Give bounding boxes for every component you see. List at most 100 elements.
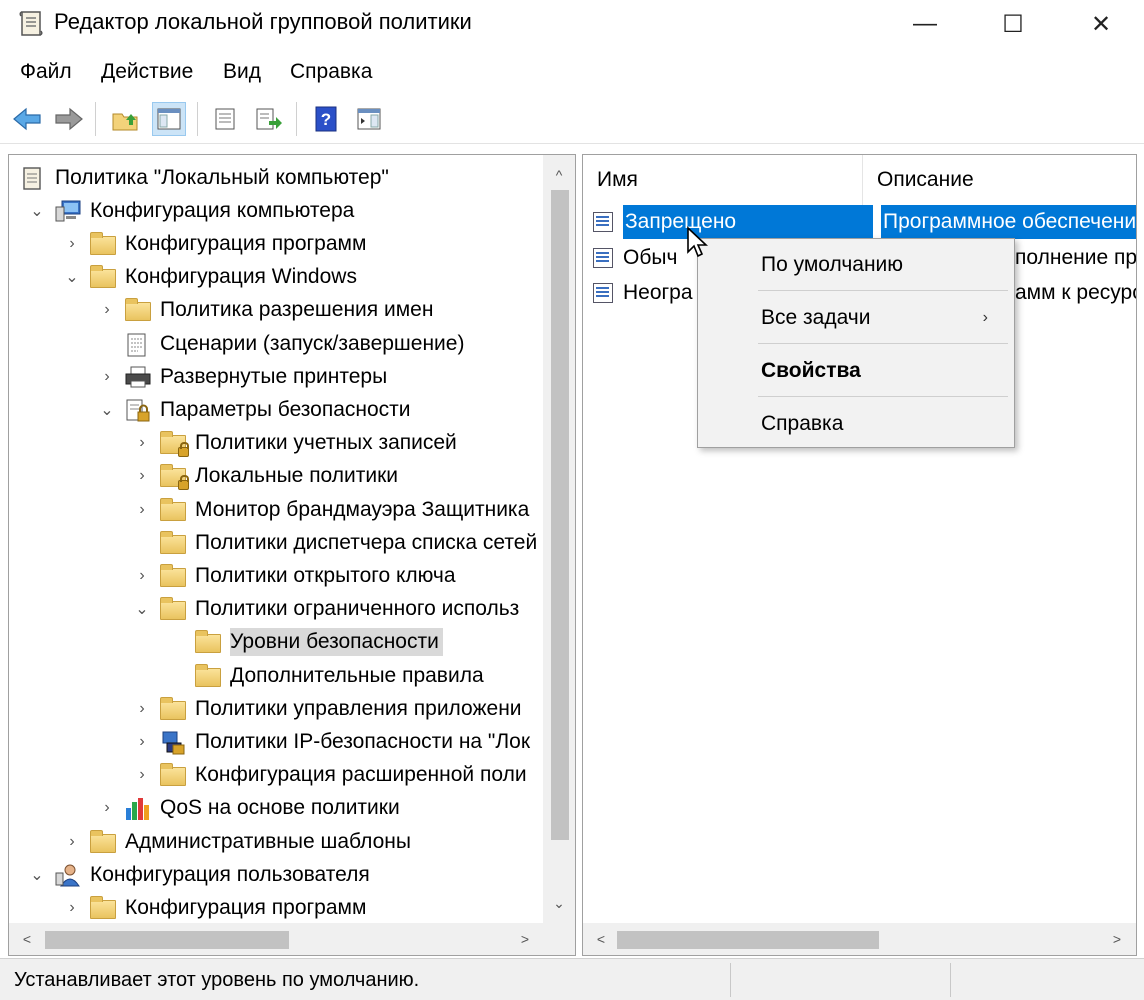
ip-security-icon <box>159 730 187 755</box>
tree-item[interactable]: › Конфигурация программ <box>69 227 370 260</box>
back-arrow-icon[interactable] <box>10 102 44 136</box>
folder-icon <box>159 696 187 721</box>
submenu-arrow-icon: › <box>982 309 988 326</box>
collapse-chevron-icon[interactable]: ⌄ <box>30 858 44 891</box>
tree-item-label: Конфигурация программ <box>125 895 367 919</box>
scroll-down-arrow[interactable]: ⌄ <box>543 887 575 919</box>
minimize-button[interactable]: — <box>880 0 970 48</box>
collapse-chevron-icon[interactable]: ⌄ <box>100 393 114 426</box>
tree-item[interactable]: › QoS на основе политики <box>104 792 404 825</box>
tree-horizontal-scrollbar[interactable]: < > <box>9 923 545 955</box>
menu-help[interactable]: Справка <box>290 60 372 84</box>
expand-chevron-icon[interactable]: › <box>135 759 149 792</box>
collapse-chevron-icon[interactable]: ⌄ <box>30 194 44 227</box>
tree-vertical-scrollbar[interactable]: ^ ⌄ <box>543 155 575 923</box>
tree-item[interactable]: Сценарии (запуск/завершение) <box>124 327 468 360</box>
tree-item[interactable]: › Политики управления приложени <box>139 692 526 725</box>
qos-chart-icon <box>124 796 152 821</box>
svg-text:?: ? <box>321 110 331 129</box>
tree-item[interactable]: Политика "Локальный компьютер" <box>19 161 393 194</box>
expand-chevron-icon[interactable]: › <box>135 692 149 725</box>
expand-chevron-icon[interactable]: › <box>135 559 149 592</box>
ctx-item-all-tasks[interactable]: Все задачи › <box>698 293 1014 343</box>
tree-item[interactable]: ⌄ Параметры безопасности <box>100 393 415 426</box>
computer-icon <box>54 199 82 223</box>
collapse-chevron-icon[interactable]: ⌄ <box>65 261 79 294</box>
tree-item[interactable]: › Политики IP-безопасности на "Лок <box>139 725 534 758</box>
tree-item[interactable]: › Конфигурация расширенной поли <box>139 759 531 792</box>
up-folder-icon[interactable] <box>108 102 142 136</box>
ctx-item-all-tasks-label: Все задачи <box>761 306 871 329</box>
scroll-left-arrow[interactable]: < <box>585 923 617 955</box>
tree-item-label: Политики учетных записей <box>195 431 457 455</box>
tree-item[interactable]: ⌄ Конфигурация компьютера <box>30 194 358 227</box>
menu-view[interactable]: Вид <box>223 60 261 84</box>
folder-icon <box>89 895 117 920</box>
toolbar-separator <box>296 102 297 136</box>
tree-item[interactable]: › Административные шаблоны <box>69 825 415 858</box>
collapse-chevron-icon[interactable]: ⌄ <box>135 593 149 626</box>
security-level-icon <box>591 210 617 234</box>
expand-chevron-icon[interactable]: › <box>135 460 149 493</box>
status-divider <box>950 963 951 997</box>
ctx-item-default[interactable]: По умолчанию <box>698 240 1014 290</box>
expand-chevron-icon[interactable]: › <box>135 427 149 460</box>
security-level-check-icon <box>591 281 617 305</box>
menu-file[interactable]: Файл <box>20 60 72 84</box>
list-item-name: Запрещено <box>623 205 873 239</box>
folder-icon <box>89 829 117 854</box>
expand-chevron-icon[interactable]: › <box>100 792 114 825</box>
scroll-left-arrow[interactable]: < <box>11 923 43 955</box>
tree-item[interactable]: Уровни безопасности <box>194 626 443 659</box>
tree-item-label: Политики IP-безопасности на "Лок <box>195 729 531 753</box>
tree-item[interactable]: ⌄ Конфигурация Windows <box>65 261 361 294</box>
expand-chevron-icon[interactable]: › <box>135 493 149 526</box>
tree-item[interactable]: ⌄ Конфигурация пользователя <box>30 858 374 891</box>
list-hscroll-thumb[interactable] <box>617 931 879 949</box>
window-title: Редактор локальной групповой политики <box>54 9 472 34</box>
tree-item[interactable]: ⌄ Политики ограниченного использ <box>135 593 523 626</box>
help-icon[interactable]: ? <box>309 102 343 136</box>
expand-chevron-icon[interactable]: › <box>135 725 149 758</box>
tree-item[interactable]: › Политика разрешения имен <box>104 294 437 327</box>
tree-item[interactable]: › Локальные политики <box>139 460 402 493</box>
list-horizontal-scrollbar[interactable]: < > <box>583 923 1136 955</box>
scroll-right-arrow[interactable]: > <box>1101 923 1133 955</box>
scroll-up-arrow[interactable]: ^ <box>543 159 575 191</box>
tree-item[interactable]: › Конфигурация программ <box>69 891 370 924</box>
expand-chevron-icon[interactable]: › <box>65 891 79 924</box>
show-hide-tree-icon[interactable] <box>152 102 186 136</box>
tree-hscroll-thumb[interactable] <box>45 931 289 949</box>
tree-item-label: Параметры безопасности <box>160 397 411 421</box>
tree-item[interactable]: › Политики открытого ключа <box>139 559 460 592</box>
expand-chevron-icon[interactable]: › <box>100 360 114 393</box>
tree-item[interactable]: › Монитор брандмауэра Защитника <box>139 493 533 526</box>
list-item[interactable]: Запрещено Программное обеспечени <box>591 205 1136 239</box>
tree-item[interactable]: Политики диспетчера списка сетей <box>159 526 541 559</box>
tree-item[interactable]: Дополнительные правила <box>194 659 488 692</box>
export-list-icon[interactable] <box>252 102 286 136</box>
column-header-name[interactable]: Имя <box>583 155 863 205</box>
close-button[interactable]: ✕ <box>1056 0 1144 48</box>
ctx-item-properties[interactable]: Свойства <box>698 346 1014 396</box>
gpedit-icon <box>19 11 43 36</box>
properties-icon[interactable] <box>208 102 242 136</box>
status-divider <box>730 963 731 997</box>
maximize-button[interactable]: ☐ <box>968 0 1058 48</box>
column-header-description[interactable]: Описание <box>863 155 1136 205</box>
tree-item[interactable]: › Развернутые принтеры <box>104 360 391 393</box>
locked-folder-icon <box>159 464 189 491</box>
tree-vscroll-thumb[interactable] <box>551 190 569 840</box>
tree-pane: Политика "Локальный компьютер" ⌄ Конфигура… <box>8 154 576 956</box>
list-item-name: Обыч <box>623 246 678 269</box>
expand-chevron-icon[interactable]: › <box>65 825 79 858</box>
expand-chevron-icon[interactable]: › <box>100 294 114 327</box>
forward-arrow-icon[interactable] <box>52 102 86 136</box>
list-item-description: полнение пр <box>1015 246 1137 269</box>
action-pane-icon[interactable] <box>352 102 386 136</box>
menu-action[interactable]: Действие <box>101 60 193 84</box>
ctx-item-help[interactable]: Справка <box>698 399 1014 449</box>
scroll-right-arrow[interactable]: > <box>509 923 541 955</box>
tree-item[interactable]: › Политики учетных записей <box>139 427 461 460</box>
expand-chevron-icon[interactable]: › <box>65 227 79 260</box>
